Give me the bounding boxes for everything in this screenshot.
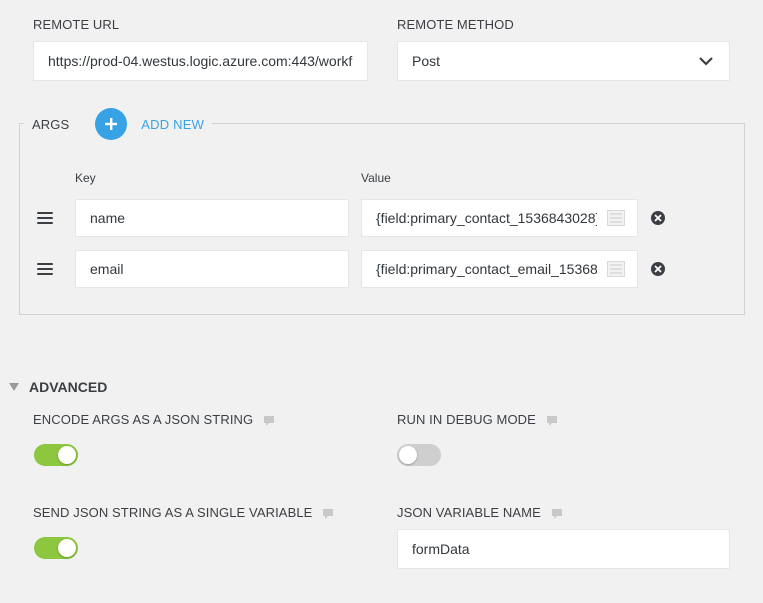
arg-key-input[interactable]: name: [75, 199, 349, 237]
add-new-link[interactable]: ADD NEW: [141, 117, 204, 132]
debug-mode-label: RUN IN DEBUG MODE: [397, 412, 558, 427]
remote-url-label: REMOTE URL: [33, 17, 120, 32]
caret-down-icon: [9, 383, 19, 391]
help-bubble-icon[interactable]: [263, 415, 275, 427]
chevron-down-icon: [699, 57, 713, 66]
encode-args-label-text: ENCODE ARGS AS A JSON STRING: [33, 412, 254, 427]
merge-tags-icon[interactable]: [607, 210, 625, 226]
encode-args-toggle[interactable]: [34, 444, 78, 466]
advanced-title: ADVANCED: [29, 379, 108, 395]
arg-key-value: email: [90, 261, 124, 277]
remote-method-value: Post: [412, 53, 441, 69]
add-new-arg-button[interactable]: [95, 108, 128, 140]
plus-icon: [105, 118, 118, 130]
drag-handle-icon[interactable]: [37, 263, 53, 275]
json-variable-name-label: JSON VARIABLE NAME: [397, 505, 563, 520]
debug-mode-label-text: RUN IN DEBUG MODE: [397, 412, 536, 427]
single-variable-toggle[interactable]: [34, 537, 78, 559]
key-column-header: Key: [75, 171, 96, 185]
json-variable-name-input[interactable]: formData: [397, 529, 730, 569]
merge-tags-icon[interactable]: [607, 261, 625, 277]
remote-method-label: REMOTE METHOD: [397, 17, 514, 32]
help-bubble-icon[interactable]: [322, 508, 334, 520]
arg-value-input[interactable]: {field:primary_contact_email_1536843028}: [361, 250, 638, 288]
encode-args-label: ENCODE ARGS AS A JSON STRING: [33, 412, 275, 427]
args-label: ARGS: [32, 116, 70, 132]
advanced-section-toggle[interactable]: ADVANCED: [9, 379, 107, 395]
arg-key-input[interactable]: email: [75, 250, 349, 288]
arg-key-value: name: [90, 210, 126, 226]
remove-circle-icon[interactable]: [650, 210, 666, 226]
remote-url-value: https://prod-04.westus.logic.azure.com:4…: [48, 53, 353, 69]
remove-circle-icon[interactable]: [650, 261, 666, 277]
help-bubble-icon[interactable]: [551, 508, 563, 520]
debug-mode-toggle[interactable]: [397, 444, 441, 466]
arg-value-value: {field:primary_contact_email_1536843028}: [376, 261, 597, 277]
single-variable-label-text: SEND JSON STRING AS A SINGLE VARIABLE: [33, 505, 313, 520]
single-variable-label: SEND JSON STRING AS A SINGLE VARIABLE: [33, 505, 334, 520]
value-column-header: Value: [361, 171, 391, 185]
arg-value-input[interactable]: {field:primary_contact_1536843028}: [361, 199, 638, 237]
help-bubble-icon[interactable]: [546, 415, 558, 427]
remote-method-select[interactable]: Post: [397, 41, 730, 81]
arg-value-value: {field:primary_contact_1536843028}: [376, 210, 597, 226]
json-variable-name-value: formData: [412, 541, 470, 557]
drag-handle-icon[interactable]: [37, 212, 53, 224]
remote-url-input[interactable]: https://prod-04.westus.logic.azure.com:4…: [33, 41, 368, 81]
json-variable-name-label-text: JSON VARIABLE NAME: [397, 505, 541, 520]
args-legend: ARGS ADD NEW: [24, 106, 213, 142]
